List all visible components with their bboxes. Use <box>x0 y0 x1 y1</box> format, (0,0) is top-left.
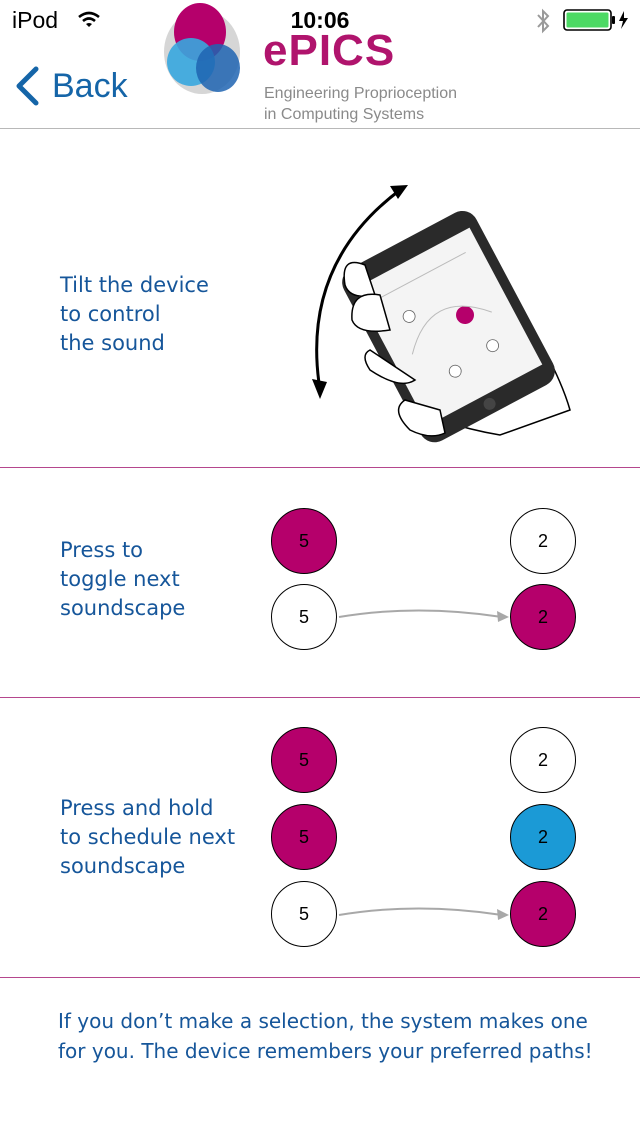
back-button[interactable]: Back <box>14 64 128 108</box>
caption-line: to control <box>60 302 161 326</box>
toggle-transition-arrow-icon <box>338 609 509 622</box>
caption-line: toggle next <box>60 567 180 591</box>
tilt-caption: Tilt the device to control the sound <box>60 271 209 358</box>
schedule-soundscape-5[interactable]: 5 <box>271 881 337 947</box>
caption-line: the sound <box>60 331 165 355</box>
schedule-soundscape-2-scheduled[interactable]: 2 <box>510 804 576 870</box>
schedule-soundscape-5-active[interactable]: 5 <box>271 727 337 793</box>
toggle-soundscape-5[interactable]: 5 <box>271 584 337 650</box>
logo-subtitle: Engineering Proprioception in Computing … <box>264 83 457 125</box>
logo-mark-icon <box>164 3 240 94</box>
tilt-device-illustration <box>312 185 571 443</box>
caption-line: Tilt the device <box>60 273 209 297</box>
back-label: Back <box>52 66 128 105</box>
footer-note: If you don’t make a selection, the syste… <box>58 1006 618 1066</box>
schedule-soundscape-5-held[interactable]: 5 <box>271 804 337 870</box>
caption-line: Press and hold <box>60 796 214 820</box>
caption-line: soundscape <box>60 596 186 620</box>
schedule-caption: Press and hold to schedule next soundsca… <box>60 794 235 881</box>
nav-header: Back ePICS Engineering Proprioception in… <box>0 0 640 129</box>
chevron-left-icon <box>16 66 39 106</box>
schedule-transition-arrow-icon <box>338 907 509 920</box>
schedule-soundscape-2[interactable]: 2 <box>510 727 576 793</box>
section-divider <box>0 467 640 468</box>
footer-line: If you don’t make a selection, the syste… <box>58 1009 588 1033</box>
section-divider <box>0 977 640 978</box>
toggle-soundscape-5-active[interactable]: 5 <box>271 508 337 574</box>
logo-wordmark: ePICS <box>263 26 396 75</box>
caption-line: to schedule next <box>60 825 236 849</box>
footer-line: for you. The device remembers your prefe… <box>58 1039 593 1063</box>
toggle-soundscape-2-active[interactable]: 2 <box>510 584 576 650</box>
epics-logo: ePICS Engineering Proprioception in Comp… <box>160 0 490 128</box>
toggle-soundscape-2[interactable]: 2 <box>510 508 576 574</box>
section-divider <box>0 697 640 698</box>
logo-subtitle-line: in Computing Systems <box>264 106 425 123</box>
schedule-soundscape-2-active[interactable]: 2 <box>510 881 576 947</box>
caption-line: soundscape <box>60 854 186 878</box>
caption-line: Press to <box>60 538 144 562</box>
toggle-caption: Press to toggle next soundscape <box>60 536 185 623</box>
logo-subtitle-line: Engineering Proprioception <box>264 85 458 102</box>
